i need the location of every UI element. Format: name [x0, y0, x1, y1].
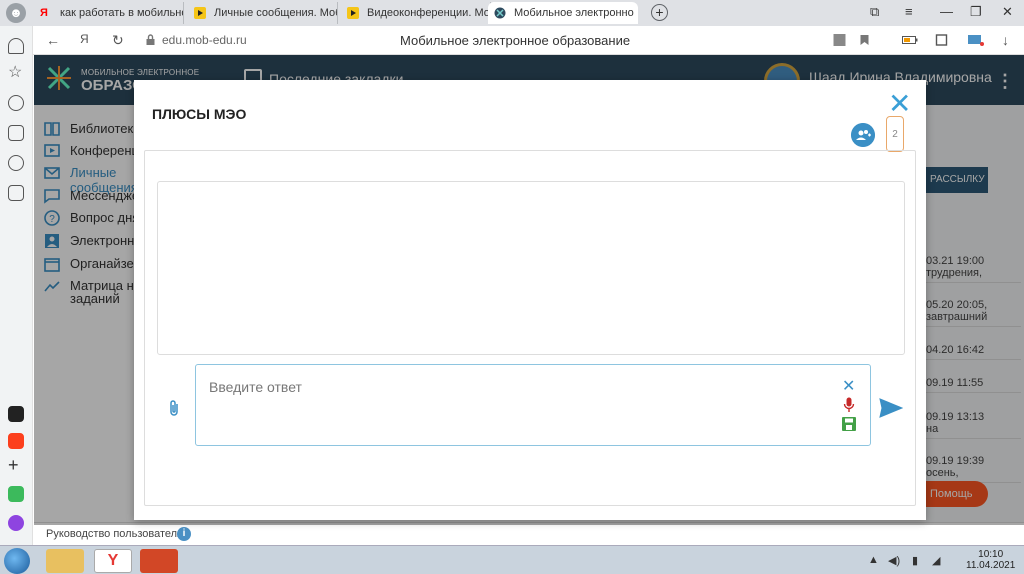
clock-time: 10:10	[978, 549, 1004, 560]
minimize-icon[interactable]: —	[940, 4, 953, 19]
browser-tab[interactable]: Я как работать в мобильно	[34, 2, 184, 24]
extension-icon[interactable]	[935, 34, 948, 46]
microphone-icon[interactable]	[843, 397, 855, 413]
notes-icon[interactable]	[8, 185, 24, 201]
tabs-overview-icon[interactable]: ⧉	[870, 4, 879, 20]
modal-title: ПЛЮСЫ МЭО	[152, 106, 247, 122]
os-taskbar: Y ▲ ◀) ▮ ◢ 10:10 11.04.2021	[0, 545, 1024, 574]
user-guide-link[interactable]: Руководство пользователя	[46, 528, 183, 540]
clear-icon[interactable]: ✕	[842, 379, 855, 395]
profile-icon[interactable]: ☻	[6, 3, 26, 23]
save-icon[interactable]	[842, 417, 856, 431]
yandex-icon: Я	[40, 7, 48, 19]
file-explorer-icon[interactable]	[46, 549, 84, 573]
mail-app-icon[interactable]	[8, 433, 24, 449]
battery-tray-icon[interactable]: ▮	[912, 554, 918, 567]
play-favicon-icon	[194, 7, 206, 19]
tray-arrow-icon[interactable]: ▲	[868, 554, 879, 566]
tab-label: как работать в мобильно	[60, 7, 184, 19]
tab-label: Мобильное электронно	[514, 7, 634, 19]
add-app-icon[interactable]: +	[8, 456, 24, 474]
tab-label: Личные сообщения. Моб	[214, 7, 338, 19]
chat-modal: ПЛЮСЫ МЭО ✕ 2 Введите ответ ✕	[134, 80, 926, 520]
paperclip-icon[interactable]	[167, 399, 181, 417]
bookmark-icon[interactable]	[858, 34, 871, 46]
play-circle-icon[interactable]	[8, 155, 24, 171]
download-icon[interactable]: ↓	[1002, 32, 1009, 48]
browser-sidebar: ☆ +	[0, 26, 33, 545]
new-tab-button[interactable]: +	[651, 4, 668, 21]
yandex-browser-icon[interactable]: Y	[94, 549, 132, 573]
translate-icon[interactable]	[833, 34, 846, 46]
browser-tab[interactable]: Видеоконференции. Моб	[341, 2, 491, 24]
close-window-icon[interactable]: ✕	[1002, 4, 1013, 20]
tab-label: Видеоконференции. Моб	[367, 7, 491, 19]
play-favicon-icon	[347, 7, 359, 19]
lock-icon[interactable]	[144, 34, 157, 46]
info-icon[interactable]: i	[177, 527, 191, 541]
app-icon[interactable]	[8, 486, 24, 502]
alice-icon[interactable]	[8, 515, 24, 531]
clock-date: 11.04.2021	[966, 560, 1016, 571]
menu-icon[interactable]: ≡	[905, 4, 913, 19]
app-icon[interactable]	[8, 406, 24, 422]
participants-count-badge[interactable]: 2	[886, 116, 904, 152]
browser-tab-active[interactable]: Мобильное электронно ✕	[488, 2, 638, 24]
address-bar: ← Я ↻ edu.mob-edu.ru Мобильное электронн…	[0, 26, 1024, 55]
restore-icon[interactable]: ❐	[970, 4, 982, 20]
reply-input[interactable]: Введите ответ ✕	[195, 364, 871, 446]
battery-icon[interactable]	[902, 34, 918, 46]
powerpoint-icon[interactable]	[140, 549, 178, 573]
app-footer: Руководство пользователя i	[34, 522, 1024, 545]
chat-panel: Введите ответ ✕	[144, 150, 916, 506]
history-icon[interactable]	[8, 95, 24, 111]
volume-icon[interactable]: ◀)	[888, 554, 900, 567]
add-participant-icon[interactable]	[851, 123, 875, 147]
browser-tab-bar: ☻ Я как работать в мобильно Личные сообщ…	[0, 0, 1024, 26]
bell-icon[interactable]	[8, 38, 24, 54]
screenshot-icon[interactable]	[968, 34, 984, 46]
collections-icon[interactable]	[8, 125, 24, 141]
start-button[interactable]	[4, 548, 30, 574]
browser-tab[interactable]: Личные сообщения. Моб	[188, 2, 338, 24]
star-icon[interactable]: ☆	[8, 65, 24, 82]
meo-favicon-icon	[494, 7, 506, 19]
send-icon[interactable]	[879, 398, 903, 418]
yandex-button-icon[interactable]: Я	[80, 32, 89, 46]
back-arrow-icon[interactable]: ←	[46, 32, 60, 48]
close-icon[interactable]: ✕	[888, 90, 911, 118]
url-field[interactable]: edu.mob-edu.ru	[162, 33, 247, 47]
messages-area	[157, 181, 905, 355]
reply-placeholder: Введите ответ	[209, 379, 302, 395]
system-clock[interactable]: 10:10 11.04.2021	[966, 549, 1015, 571]
reload-icon[interactable]: ↻	[112, 32, 124, 49]
page-title: Мобильное электронное образование	[400, 33, 631, 48]
network-icon[interactable]: ◢	[932, 554, 940, 567]
